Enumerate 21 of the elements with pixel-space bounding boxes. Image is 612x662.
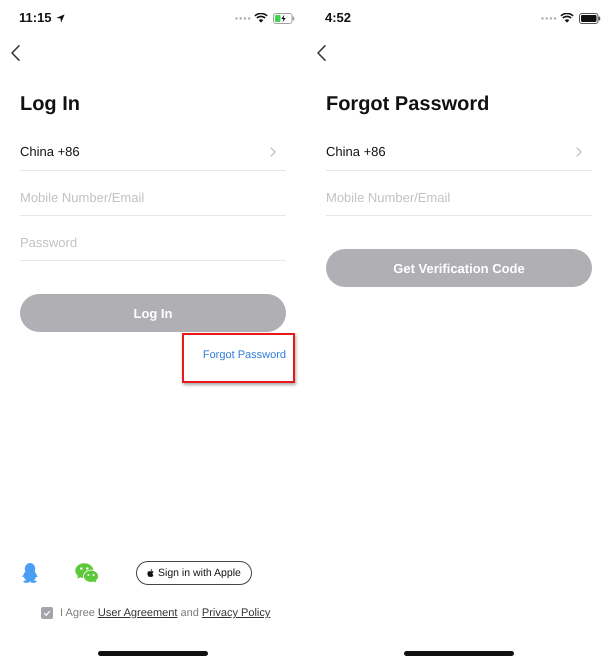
forgot-password-link[interactable]: Forgot Password xyxy=(202,348,286,362)
apple-icon xyxy=(147,568,154,578)
status-time: 11:15 xyxy=(19,10,52,26)
chevron-icon xyxy=(270,147,276,157)
status-time: 4:52 xyxy=(325,10,352,26)
agreement-link[interactable]: User Agreement xyxy=(98,607,178,619)
apple-sign-in-button[interactable]: Sign in with Apple xyxy=(136,561,252,585)
wifi-icon xyxy=(560,13,574,23)
screen-title: Log In xyxy=(20,92,81,116)
agreement-link[interactable]: Privacy Policy xyxy=(202,607,270,619)
signal-dots-icon xyxy=(235,16,251,20)
chevron-icon xyxy=(576,147,582,157)
penguin-icon[interactable] xyxy=(22,563,38,583)
screen-title: Forgot Password xyxy=(326,92,490,116)
agreement-text: I Agree User Agreement and Privacy Policy xyxy=(60,606,270,620)
back-icon[interactable] xyxy=(11,45,20,61)
agree-checkbox[interactable] xyxy=(41,607,53,619)
signal-dots-icon xyxy=(541,16,557,20)
wifi-icon xyxy=(254,13,268,23)
back-icon[interactable] xyxy=(317,45,326,61)
chat-bubbles-icon[interactable] xyxy=(75,563,99,583)
